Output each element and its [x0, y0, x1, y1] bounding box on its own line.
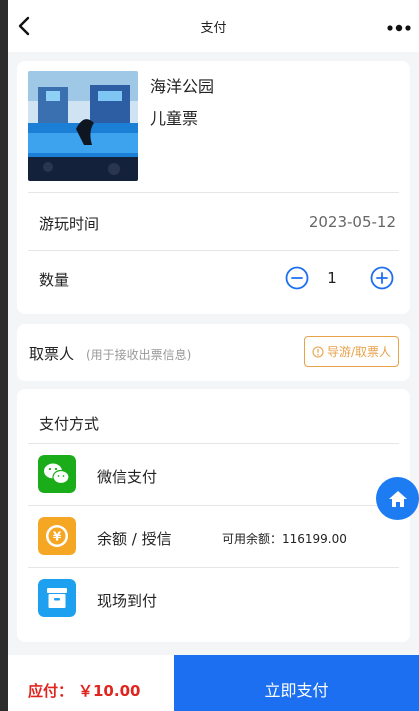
- pickup-card: 取票人 (用于接收出票信息) 导游/取票人: [17, 324, 410, 381]
- quantity-value: 1: [327, 269, 337, 287]
- payment-screen: 支付 海洋公园 儿童票 游玩时间 2023-05-12 数量 1 取票人 (用于…: [8, 0, 419, 711]
- product-card: 海洋公园 儿童票 游玩时间 2023-05-12 数量 1: [17, 61, 410, 314]
- guide-button-label: 导游/取票人: [326, 345, 391, 359]
- payment-option-name: 现场到付: [97, 592, 158, 610]
- pickup-hint: (用于接收出票信息): [86, 348, 192, 362]
- page-title: 支付: [200, 21, 227, 36]
- info-icon: [312, 345, 324, 358]
- pay-now-button[interactable]: 立即支付: [174, 655, 419, 711]
- box-icon: [38, 579, 76, 617]
- more-dots-icon[interactable]: [387, 24, 411, 32]
- payment-option-onsite[interactable]: 现场到付: [17, 568, 410, 629]
- home-icon: [388, 490, 407, 507]
- payment-option-name: 微信支付: [97, 468, 158, 486]
- yen-coin-icon: ¥: [38, 517, 76, 555]
- available-balance: 可用余额：116199.00: [222, 532, 347, 546]
- guide-picker-button[interactable]: 导游/取票人: [303, 336, 399, 367]
- svg-text:¥: ¥: [53, 530, 62, 544]
- product-name: 海洋公园: [150, 77, 215, 96]
- payment-option-wechat[interactable]: 微信支付: [17, 444, 410, 505]
- payment-option-balance[interactable]: ¥ 余额 / 授信 可用余额：116199.00: [17, 506, 410, 567]
- orca-show-photo: [28, 71, 138, 181]
- payment-option-name: 余额 / 授信: [97, 530, 172, 548]
- amount-due-label: 应付：: [28, 682, 74, 700]
- payment-methods-card: 支付方式 微信支付 ¥ 余额 / 授信 可用余额：116199.00 现场到付: [17, 389, 410, 642]
- nav-bar: 支付: [8, 0, 419, 52]
- home-button[interactable]: [376, 477, 419, 520]
- visit-date[interactable]: 2023-05-12: [309, 213, 396, 231]
- wechat-icon: [38, 455, 76, 493]
- ticket-type: 儿童票: [150, 109, 199, 128]
- minus-circle-icon[interactable]: [285, 266, 309, 290]
- quantity-label: 数量: [39, 271, 70, 289]
- bottom-bar: 应付： ￥10.00 立即支付: [8, 655, 419, 711]
- plus-circle-icon[interactable]: [370, 266, 394, 290]
- visit-time-label: 游玩时间: [39, 215, 100, 233]
- pickup-label: 取票人: [29, 345, 75, 363]
- amount-due-value: ￥10.00: [78, 682, 141, 700]
- payment-title: 支付方式: [39, 415, 100, 433]
- divider: [28, 250, 399, 251]
- divider: [28, 192, 399, 193]
